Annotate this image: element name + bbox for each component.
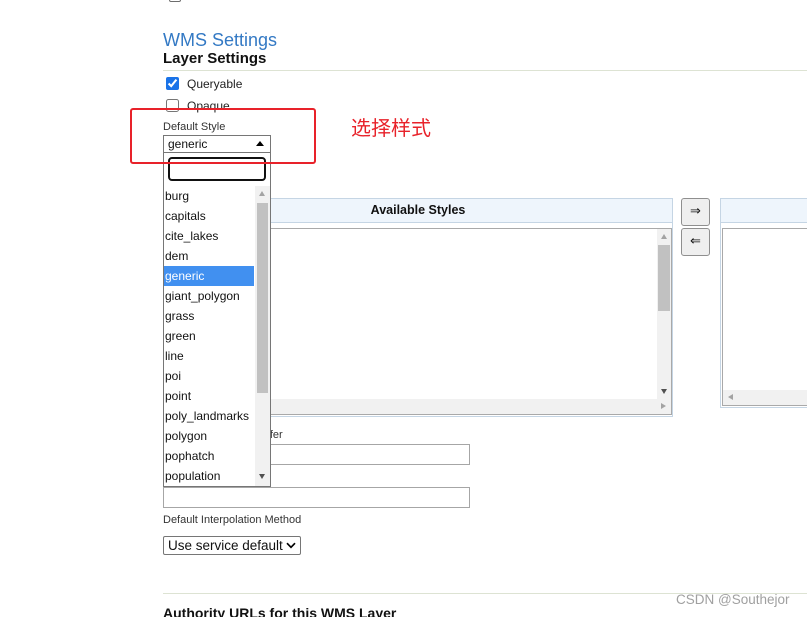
dropdown-scrollbar[interactable] [255,186,270,486]
annotation-text: 选择样式 [351,118,431,140]
style-option[interactable]: line [164,346,254,366]
style-option[interactable]: dem [164,246,254,266]
selected-styles-palette [720,198,807,408]
style-option[interactable]: poi [164,366,254,386]
scroll-down-arrow-icon[interactable] [259,474,265,479]
remove-style-button[interactable]: ⇐ [681,228,710,256]
default-style-select[interactable]: generic [163,135,271,153]
style-option-list: burg capitals cite_lakes dem generic gia… [164,186,254,486]
style-option[interactable]: cite_lakes [164,226,254,246]
listbox-horizontal-scrollbar[interactable] [723,390,807,405]
wms-path-input[interactable] [163,487,470,508]
queryable-checkbox[interactable] [166,77,179,90]
scrollbar-thumb[interactable] [257,203,268,393]
default-style-label: Default Style [163,121,226,133]
style-option[interactable]: polygon [164,426,254,446]
previous-checkbox[interactable] [169,0,181,2]
opaque-label[interactable]: Opaque [187,99,230,113]
style-option[interactable]: population [164,466,254,486]
scroll-down-arrow-icon[interactable] [660,389,667,394]
style-option[interactable]: capitals [164,206,254,226]
style-option[interactable]: generic [164,266,254,286]
default-style-selected-value: generic [168,137,208,151]
style-option[interactable]: point [164,386,254,406]
scroll-up-arrow-icon[interactable] [259,191,265,196]
caret-up-icon [256,141,264,146]
interpolation-label: Default Interpolation Method [163,514,302,526]
section-divider [163,70,807,71]
style-option[interactable]: poly_landmarks [164,406,254,426]
interpolation-select[interactable]: Use service default [163,536,301,555]
scrollbar-thumb[interactable] [658,245,670,311]
opaque-checkbox[interactable] [166,99,179,112]
style-search-input[interactable] [168,157,266,181]
default-style-dropdown: burg capitals cite_lakes dem generic gia… [163,152,271,487]
authority-urls-heading: Authority URLs for this WMS Layer [163,605,397,617]
scroll-up-arrow-icon[interactable] [660,234,667,239]
scroll-right-arrow-icon[interactable] [661,403,666,409]
interpolation-selected-value: Use service default [168,538,283,553]
queryable-label[interactable]: Queryable [187,77,242,91]
style-option[interactable]: giant_polygon [164,286,254,306]
style-option[interactable]: grass [164,306,254,326]
watermark: CSDN @Southejor [676,592,790,607]
style-option[interactable]: burg [164,186,254,206]
subsection-title: Layer Settings [163,50,267,67]
scroll-left-arrow-icon[interactable] [728,394,733,400]
listbox-vertical-scrollbar[interactable] [657,229,671,399]
chevron-down-icon [286,542,296,549]
selected-styles-header [721,199,807,223]
style-option[interactable]: green [164,326,254,346]
style-option[interactable]: pophatch [164,446,254,466]
add-style-button[interactable]: ⇒ [681,198,710,226]
authority-heading-clip: Authority URLs for this WMS Layer [163,604,583,617]
previous-checkbox-clip [168,0,182,3]
section-title: WMS Settings [163,30,278,50]
selected-styles-listbox[interactable] [722,228,807,406]
